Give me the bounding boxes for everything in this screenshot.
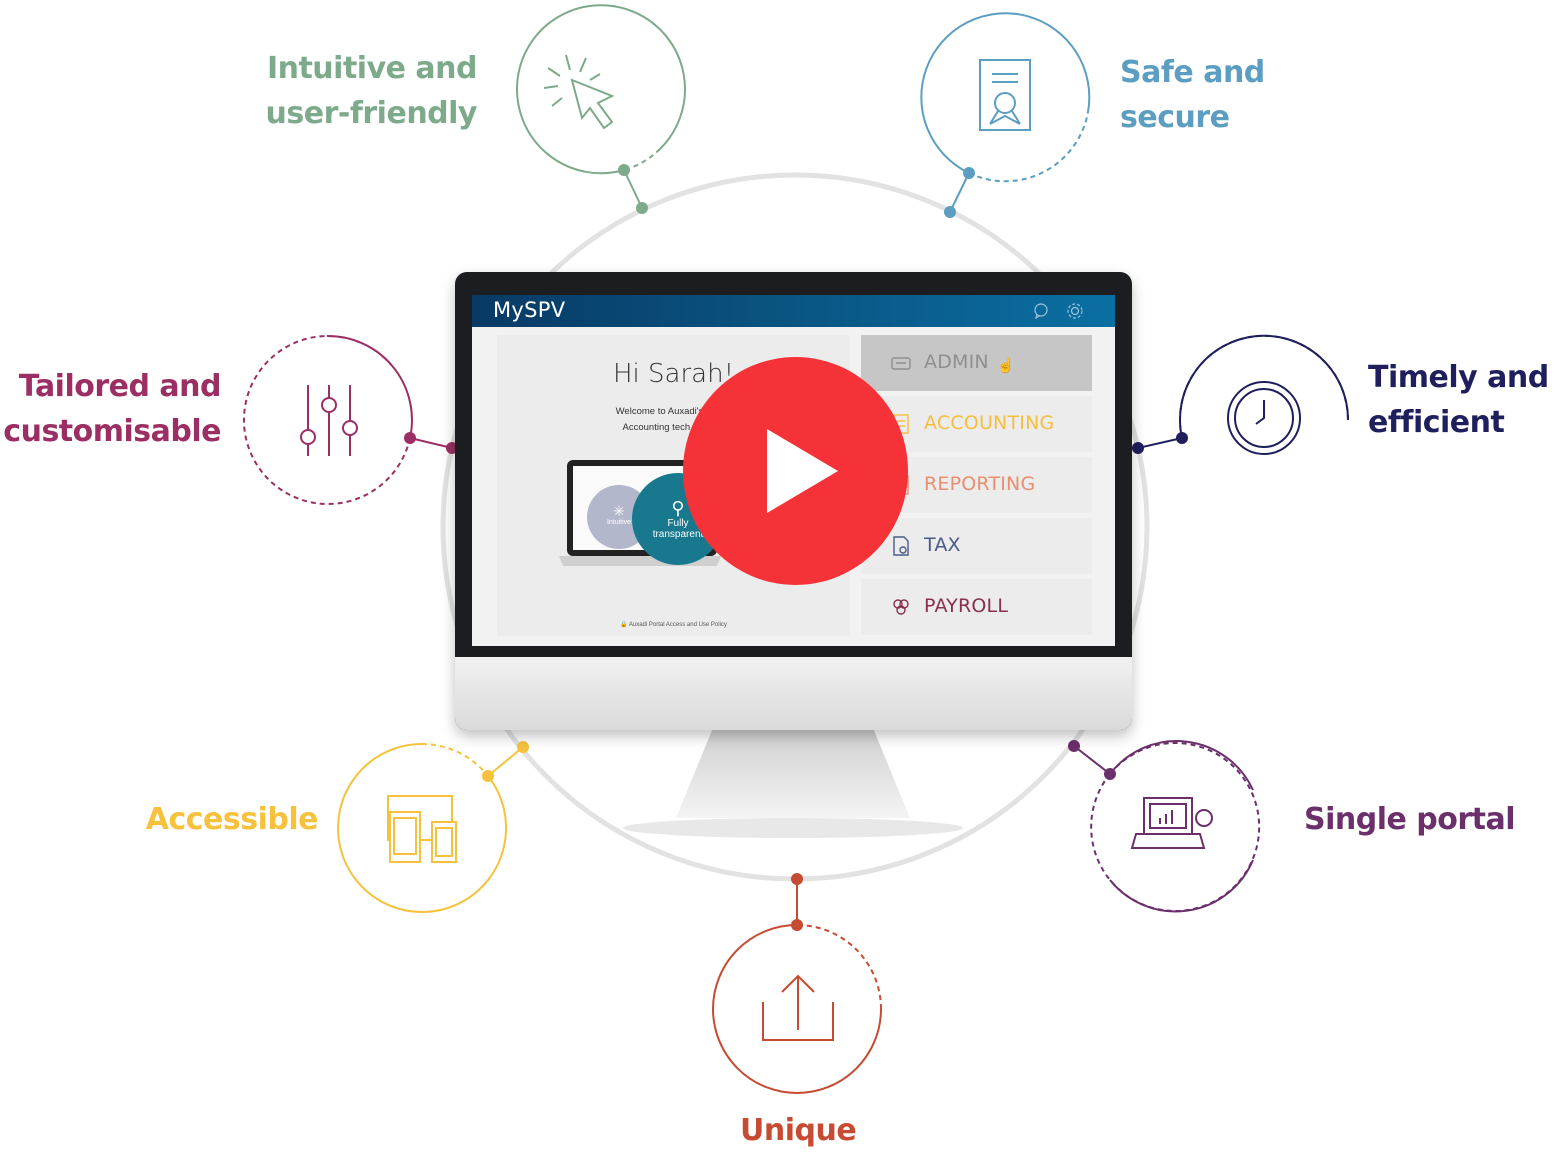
feature-accessible-graphic: [337, 741, 529, 913]
monitor-chin: [455, 657, 1132, 730]
clock-icon: [1227, 381, 1301, 455]
feature-label-line: Unique: [740, 1113, 857, 1148]
feature-label-line: Timely and: [1368, 360, 1549, 395]
feature-label-line: efficient: [1368, 405, 1505, 440]
feature-label-unique: Unique: [740, 1108, 857, 1153]
feature-intuitive-graphic: [516, 4, 686, 214]
feature-tailored-graphic: [243, 334, 458, 505]
feature-safe-graphic: [920, 12, 1091, 218]
app-logo: MySPV: [493, 298, 566, 322]
feature-label-line: user-friendly: [265, 96, 478, 131]
bubble-label: Intuitive: [606, 519, 632, 526]
monitor-stand: [623, 728, 963, 838]
upload-icon: [762, 974, 834, 1041]
menu-label: REPORTING: [924, 473, 1036, 495]
feature-label-line: Tailored and: [18, 369, 222, 404]
feature-timely-graphic: [1132, 334, 1350, 455]
feature-single-graphic: [1068, 740, 1261, 913]
menu-label: PAYROLL: [924, 595, 1009, 617]
chat-icon[interactable]: [1030, 300, 1052, 322]
menu-label: ADMIN: [924, 351, 989, 373]
menu-label: ACCOUNTING: [924, 412, 1055, 434]
menu-label: TAX: [924, 534, 961, 556]
feature-label-tailored: Tailored and customisable: [3, 364, 221, 454]
gear-icon[interactable]: [1063, 299, 1087, 323]
feature-label-line: Single portal: [1304, 802, 1516, 837]
feature-unique-graphic: [712, 873, 882, 1094]
feature-label-line: customisable: [3, 414, 221, 449]
app-header: MySPV: [472, 295, 1115, 327]
cursor-click-icon: ✳: [613, 503, 625, 519]
feature-label-timely: Timely and efficient: [1368, 355, 1549, 445]
play-icon: [767, 429, 838, 513]
feature-label-line: Intuitive and: [266, 51, 478, 86]
cursor-click-icon: [543, 54, 615, 130]
hand-cursor-icon: ☝: [997, 357, 1015, 373]
feature-label-intuitive: Intuitive and user-friendly: [265, 46, 478, 136]
feature-label-line: Accessible: [145, 802, 319, 837]
certificate-icon: [979, 59, 1031, 131]
devices-icon: [387, 795, 457, 863]
feature-label-accessible: Accessible: [145, 797, 319, 842]
feature-label-safe: Safe and secure: [1120, 50, 1265, 140]
payroll-icon: [893, 599, 909, 615]
feature-label-line: Safe and: [1120, 55, 1265, 90]
feature-label-line: secure: [1120, 100, 1230, 135]
menu-item-payroll[interactable]: PAYROLL: [861, 579, 1092, 635]
laptop-gear-icon: [1130, 797, 1213, 849]
feature-label-single: Single portal: [1304, 797, 1516, 842]
sliders-icon: [300, 385, 358, 456]
play-button[interactable]: [683, 357, 908, 585]
policy-link[interactable]: 🔒 Auxadi Portal Access and Use Policy: [497, 621, 850, 628]
